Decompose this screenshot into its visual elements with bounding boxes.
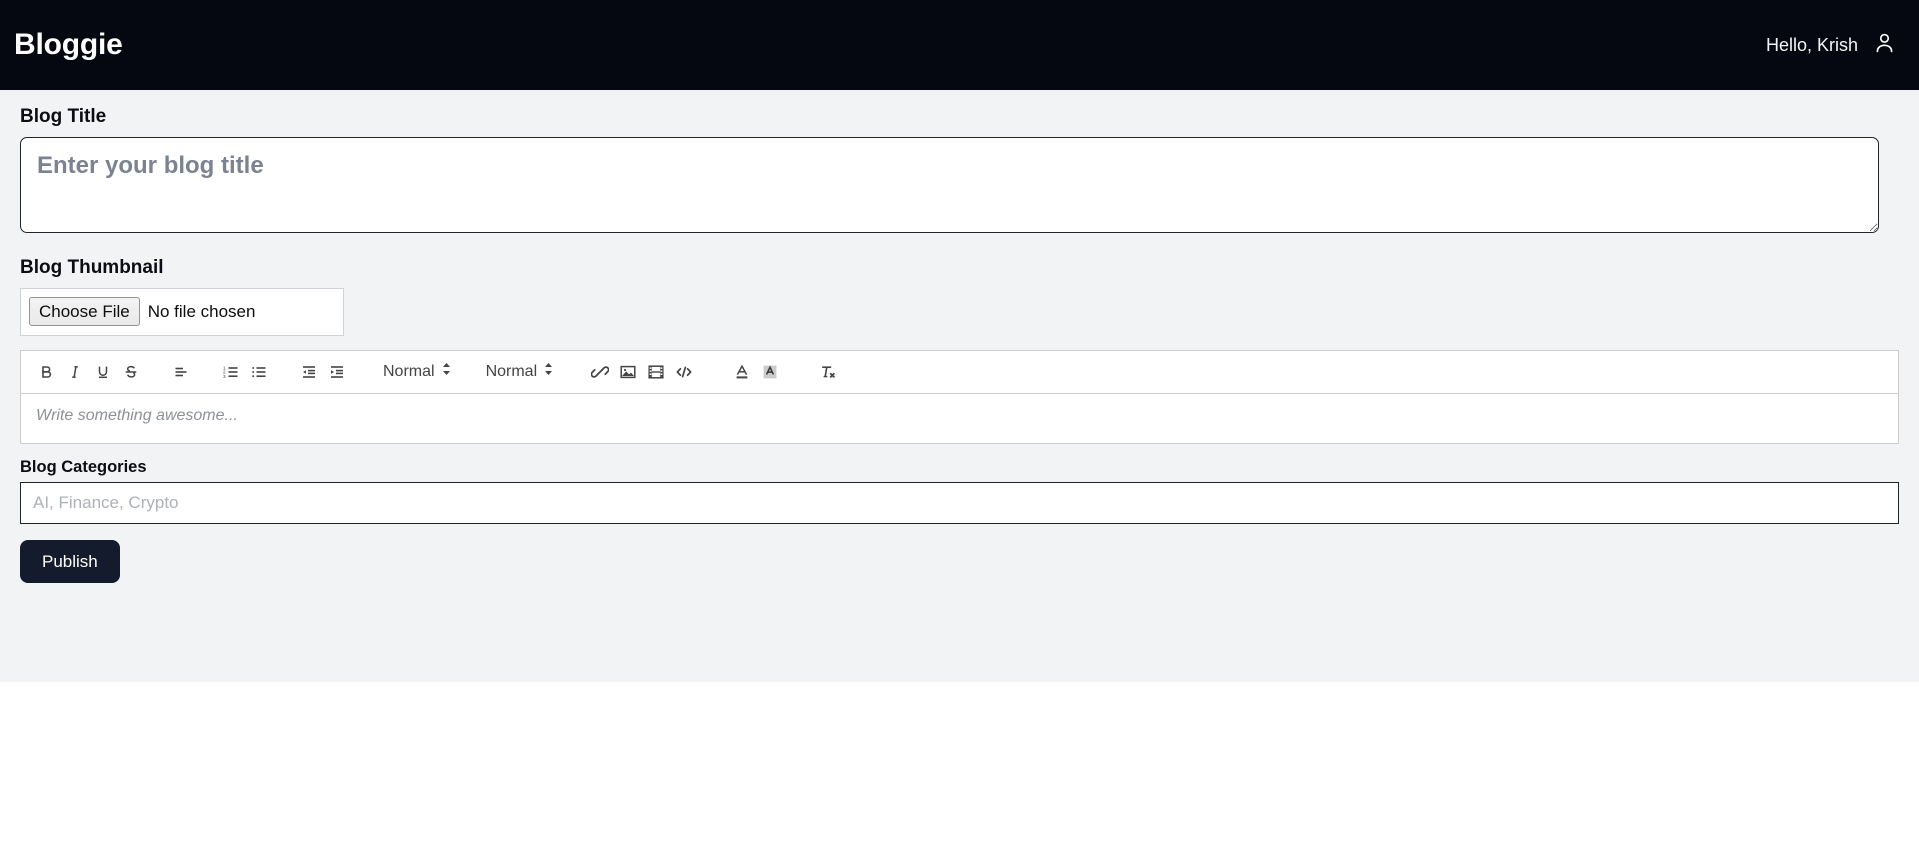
blog-title-label: Blog Title	[20, 106, 107, 127]
editor-placeholder: Write something awesome...	[36, 406, 238, 424]
rich-text-editor: 123 Normal Normal Write something awesom…	[20, 349, 1899, 444]
toolbar-group-align	[167, 358, 195, 386]
link-icon[interactable]	[586, 358, 614, 386]
ordered-list-icon[interactable]: 123	[217, 358, 245, 386]
text-color-icon[interactable]	[728, 358, 756, 386]
editor-size-picker[interactable]: Normal	[381, 358, 454, 386]
toolbar-group-color	[728, 358, 784, 386]
blog-thumbnail-label: Blog Thumbnail	[20, 256, 164, 278]
publish-button[interactable]: Publish	[20, 540, 120, 584]
outdent-icon[interactable]	[295, 358, 323, 386]
toolbar-group-indent	[295, 358, 351, 386]
blog-categories-input[interactable]	[20, 482, 1899, 525]
blog-editor-form: Blog Title Blog Thumbnail Choose File No…	[0, 90, 1919, 682]
toolbar-group-inline	[33, 358, 145, 386]
background-color-icon[interactable]	[756, 358, 784, 386]
app-brand-logo[interactable]: Bloggie	[14, 30, 123, 60]
choose-file-button[interactable]: Choose File	[29, 296, 140, 327]
indent-icon[interactable]	[323, 358, 351, 386]
image-icon[interactable]	[614, 358, 642, 386]
video-icon[interactable]	[642, 358, 670, 386]
strikethrough-icon[interactable]	[117, 358, 145, 386]
user-greeting: Hello, Krish	[1765, 35, 1858, 55]
editor-header-picker-value: Normal	[485, 362, 538, 380]
bold-icon[interactable]	[33, 358, 61, 386]
blog-title-input[interactable]	[20, 136, 1879, 233]
chevron-updown-icon	[543, 361, 554, 382]
clear-formatting-icon[interactable]	[814, 358, 842, 386]
top-navbar: Bloggie Hello, Krish	[0, 0, 1919, 90]
editor-size-picker-value: Normal	[383, 362, 435, 380]
svg-text:3: 3	[223, 373, 226, 378]
editor-content-area[interactable]: Write something awesome...	[20, 393, 1899, 444]
editor-header-picker[interactable]: Normal	[484, 358, 557, 386]
italic-icon[interactable]	[61, 358, 89, 386]
bullet-list-icon[interactable]	[245, 358, 273, 386]
user-icon[interactable]	[1872, 30, 1897, 60]
underline-icon[interactable]	[89, 358, 117, 386]
blog-categories-label: Blog Categories	[20, 457, 147, 476]
toolbar-group-lists: 123	[217, 358, 273, 386]
chevron-updown-icon	[441, 361, 452, 382]
toolbar-group-embeds	[586, 358, 698, 386]
file-status-text: No file chosen	[147, 302, 256, 322]
align-icon[interactable]	[167, 358, 195, 386]
code-block-icon[interactable]	[670, 358, 698, 386]
editor-toolbar: 123 Normal Normal	[20, 349, 1899, 394]
thumbnail-file-input[interactable]: Choose File No file chosen	[20, 287, 344, 336]
toolbar-group-clean	[814, 358, 842, 386]
navbar-user-area: Hello, Krish	[1766, 30, 1897, 60]
